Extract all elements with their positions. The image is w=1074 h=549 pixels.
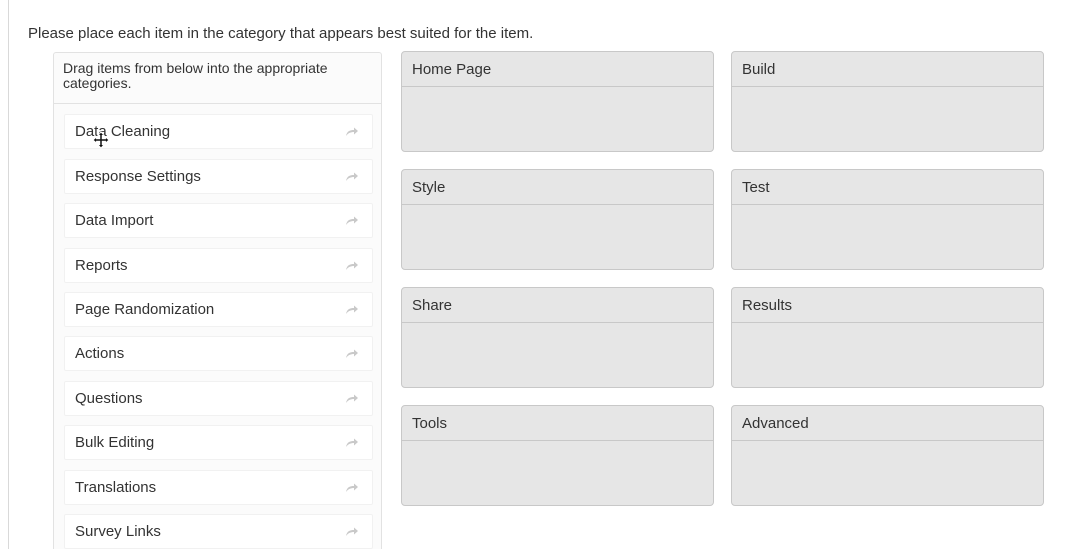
category-home-page[interactable]: Home Page [401, 51, 714, 152]
arrow-forward-icon[interactable] [344, 260, 360, 272]
arrow-forward-icon[interactable] [344, 304, 360, 316]
category-drop-zone[interactable] [732, 205, 1043, 269]
category-title: Style [402, 170, 713, 205]
drag-item-label: Page Randomization [75, 301, 215, 318]
category-title: Share [402, 288, 713, 323]
ranking-question: Please place each item in the category t… [0, 0, 1074, 549]
drag-item-label: Survey Links [75, 523, 161, 540]
drag-item[interactable]: Actions [64, 336, 373, 371]
arrow-forward-icon[interactable] [344, 437, 360, 449]
category-drop-zone[interactable] [732, 441, 1043, 505]
category-build[interactable]: Build [731, 51, 1044, 152]
drag-item-label: Reports [75, 257, 128, 274]
drag-item-label: Actions [75, 345, 125, 362]
category-test[interactable]: Test [731, 169, 1044, 270]
drag-item-label: Questions [75, 390, 143, 407]
source-items-panel: Drag items from below into the appropria… [53, 52, 382, 549]
category-title: Results [732, 288, 1043, 323]
drag-item[interactable]: Data Cleaning [64, 114, 373, 149]
category-drop-zone[interactable] [402, 441, 713, 505]
arrow-forward-icon[interactable] [344, 393, 360, 405]
category-drop-zone[interactable] [402, 323, 713, 387]
category-tools[interactable]: Tools [401, 405, 714, 506]
arrow-forward-icon[interactable] [344, 482, 360, 494]
source-panel-header: Drag items from below into the appropria… [54, 53, 381, 104]
drag-item-label: Bulk Editing [75, 434, 155, 451]
category-title: Build [732, 52, 1043, 87]
drag-item[interactable]: Survey Links [64, 514, 373, 549]
drag-item-label: Data Import [75, 212, 154, 229]
drag-item[interactable]: Response Settings [64, 159, 373, 194]
drag-item-label: Response Settings [75, 168, 201, 185]
category-results[interactable]: Results [731, 287, 1044, 388]
arrow-forward-icon[interactable] [344, 215, 360, 227]
question-instruction: Please place each item in the category t… [28, 25, 534, 42]
arrow-forward-icon[interactable] [344, 171, 360, 183]
category-title: Tools [402, 406, 713, 441]
left-divider [8, 0, 9, 549]
drag-item[interactable]: Translations [64, 470, 373, 505]
arrow-forward-icon[interactable] [344, 348, 360, 360]
category-style[interactable]: Style [401, 169, 714, 270]
category-drop-zone[interactable] [402, 205, 713, 269]
category-advanced[interactable]: Advanced [731, 405, 1044, 506]
drag-item-label: Translations [75, 479, 157, 496]
category-title: Test [732, 170, 1043, 205]
category-title: Advanced [732, 406, 1043, 441]
drag-item[interactable]: Reports [64, 248, 373, 283]
move-cursor-icon [92, 131, 110, 149]
arrow-forward-icon[interactable] [344, 126, 360, 138]
drag-item[interactable]: Bulk Editing [64, 425, 373, 460]
category-drop-zone[interactable] [732, 323, 1043, 387]
drag-item[interactable]: Data Import [64, 203, 373, 238]
drag-item[interactable]: Page Randomization [64, 292, 373, 327]
category-drop-zone[interactable] [402, 87, 713, 151]
category-title: Home Page [402, 52, 713, 87]
drag-item[interactable]: Questions [64, 381, 373, 416]
category-share[interactable]: Share [401, 287, 714, 388]
arrow-forward-icon[interactable] [344, 526, 360, 538]
drag-item-label: Data Cleaning [75, 123, 171, 140]
category-drop-zone[interactable] [732, 87, 1043, 151]
